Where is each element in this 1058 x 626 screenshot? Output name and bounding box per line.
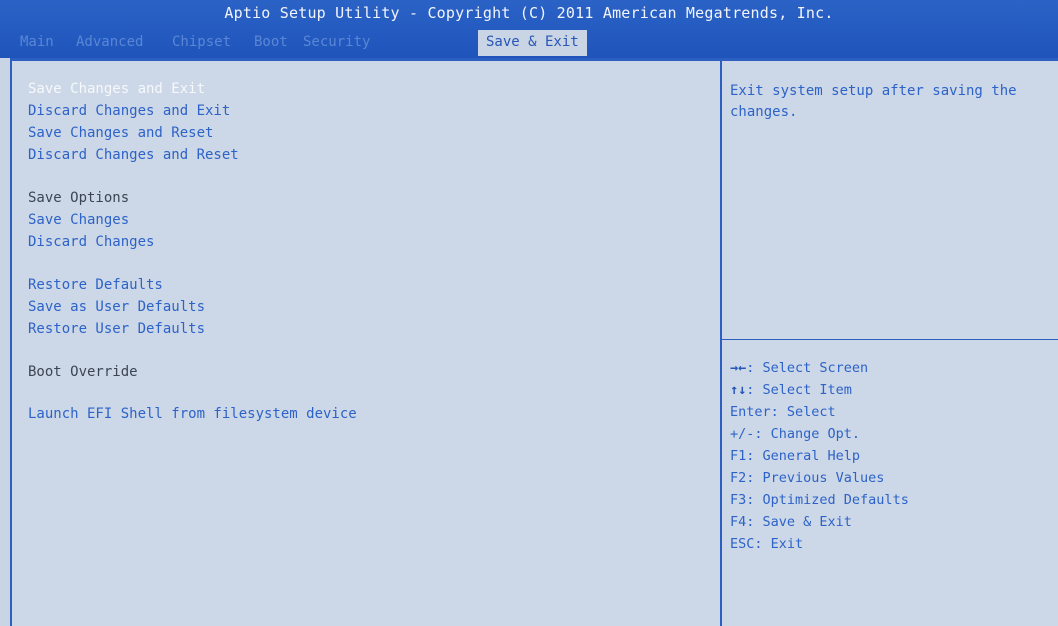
key-f4: F4: Save & Exit — [730, 514, 852, 530]
save-changes-item[interactable]: Save Changes — [28, 212, 129, 228]
discard-changes-item[interactable]: Discard Changes — [28, 234, 154, 250]
launch-efi-shell-item[interactable]: Launch EFI Shell from filesystem device — [28, 406, 357, 422]
key-select-item: ↑↓: Select Item — [730, 382, 852, 398]
save-as-user-defaults-item[interactable]: Save as User Defaults — [28, 299, 205, 315]
help-divider — [722, 339, 1058, 340]
tab-advanced[interactable]: Advanced — [76, 30, 143, 56]
discard-changes-and-reset-item[interactable]: Discard Changes and Reset — [28, 147, 239, 163]
arrows-ud-icon: ↑↓ — [730, 382, 747, 398]
key-change-opt: +/-: Change Opt. — [730, 426, 861, 442]
tab-boot[interactable]: Boot — [254, 30, 288, 56]
key-enter: Enter: Select — [730, 404, 836, 420]
header-bar: Aptio Setup Utility - Copyright (C) 2011… — [0, 0, 1058, 58]
restore-user-defaults-item[interactable]: Restore User Defaults — [28, 321, 205, 337]
restore-defaults-item[interactable]: Restore Defaults — [28, 277, 163, 293]
boot-override-heading: Boot Override — [28, 364, 138, 380]
key-select-screen: →←: Select Screen — [730, 360, 869, 376]
key-f1: F1: General Help — [730, 448, 861, 464]
main-panel: Save Changes and Exit Discard Changes an… — [10, 58, 1058, 626]
arrows-lr-icon: →← — [730, 360, 747, 376]
save-options-heading: Save Options — [28, 190, 130, 206]
tab-chipset[interactable]: Chipset — [172, 30, 231, 56]
help-text: Exit system setup after saving the chang… — [730, 83, 1017, 120]
save-changes-and-exit-item[interactable]: Save Changes and Exit — [28, 81, 205, 97]
discard-changes-and-exit-item[interactable]: Discard Changes and Exit — [28, 103, 230, 119]
tab-save-exit[interactable]: Save & Exit — [478, 30, 587, 56]
key-f3: F3: Optimized Defaults — [730, 492, 909, 508]
tab-security[interactable]: Security — [303, 30, 370, 56]
key-legend: →←: Select Screen ↑↓: Select Item Enter:… — [730, 357, 1058, 555]
app-title: Aptio Setup Utility - Copyright (C) 2011… — [224, 4, 834, 22]
tab-main[interactable]: Main — [20, 30, 54, 56]
panel-divider — [720, 61, 722, 626]
key-f2: F2: Previous Values — [730, 470, 885, 486]
key-esc: ESC: Exit — [730, 536, 804, 552]
save-changes-and-reset-item[interactable]: Save Changes and Reset — [28, 125, 213, 141]
